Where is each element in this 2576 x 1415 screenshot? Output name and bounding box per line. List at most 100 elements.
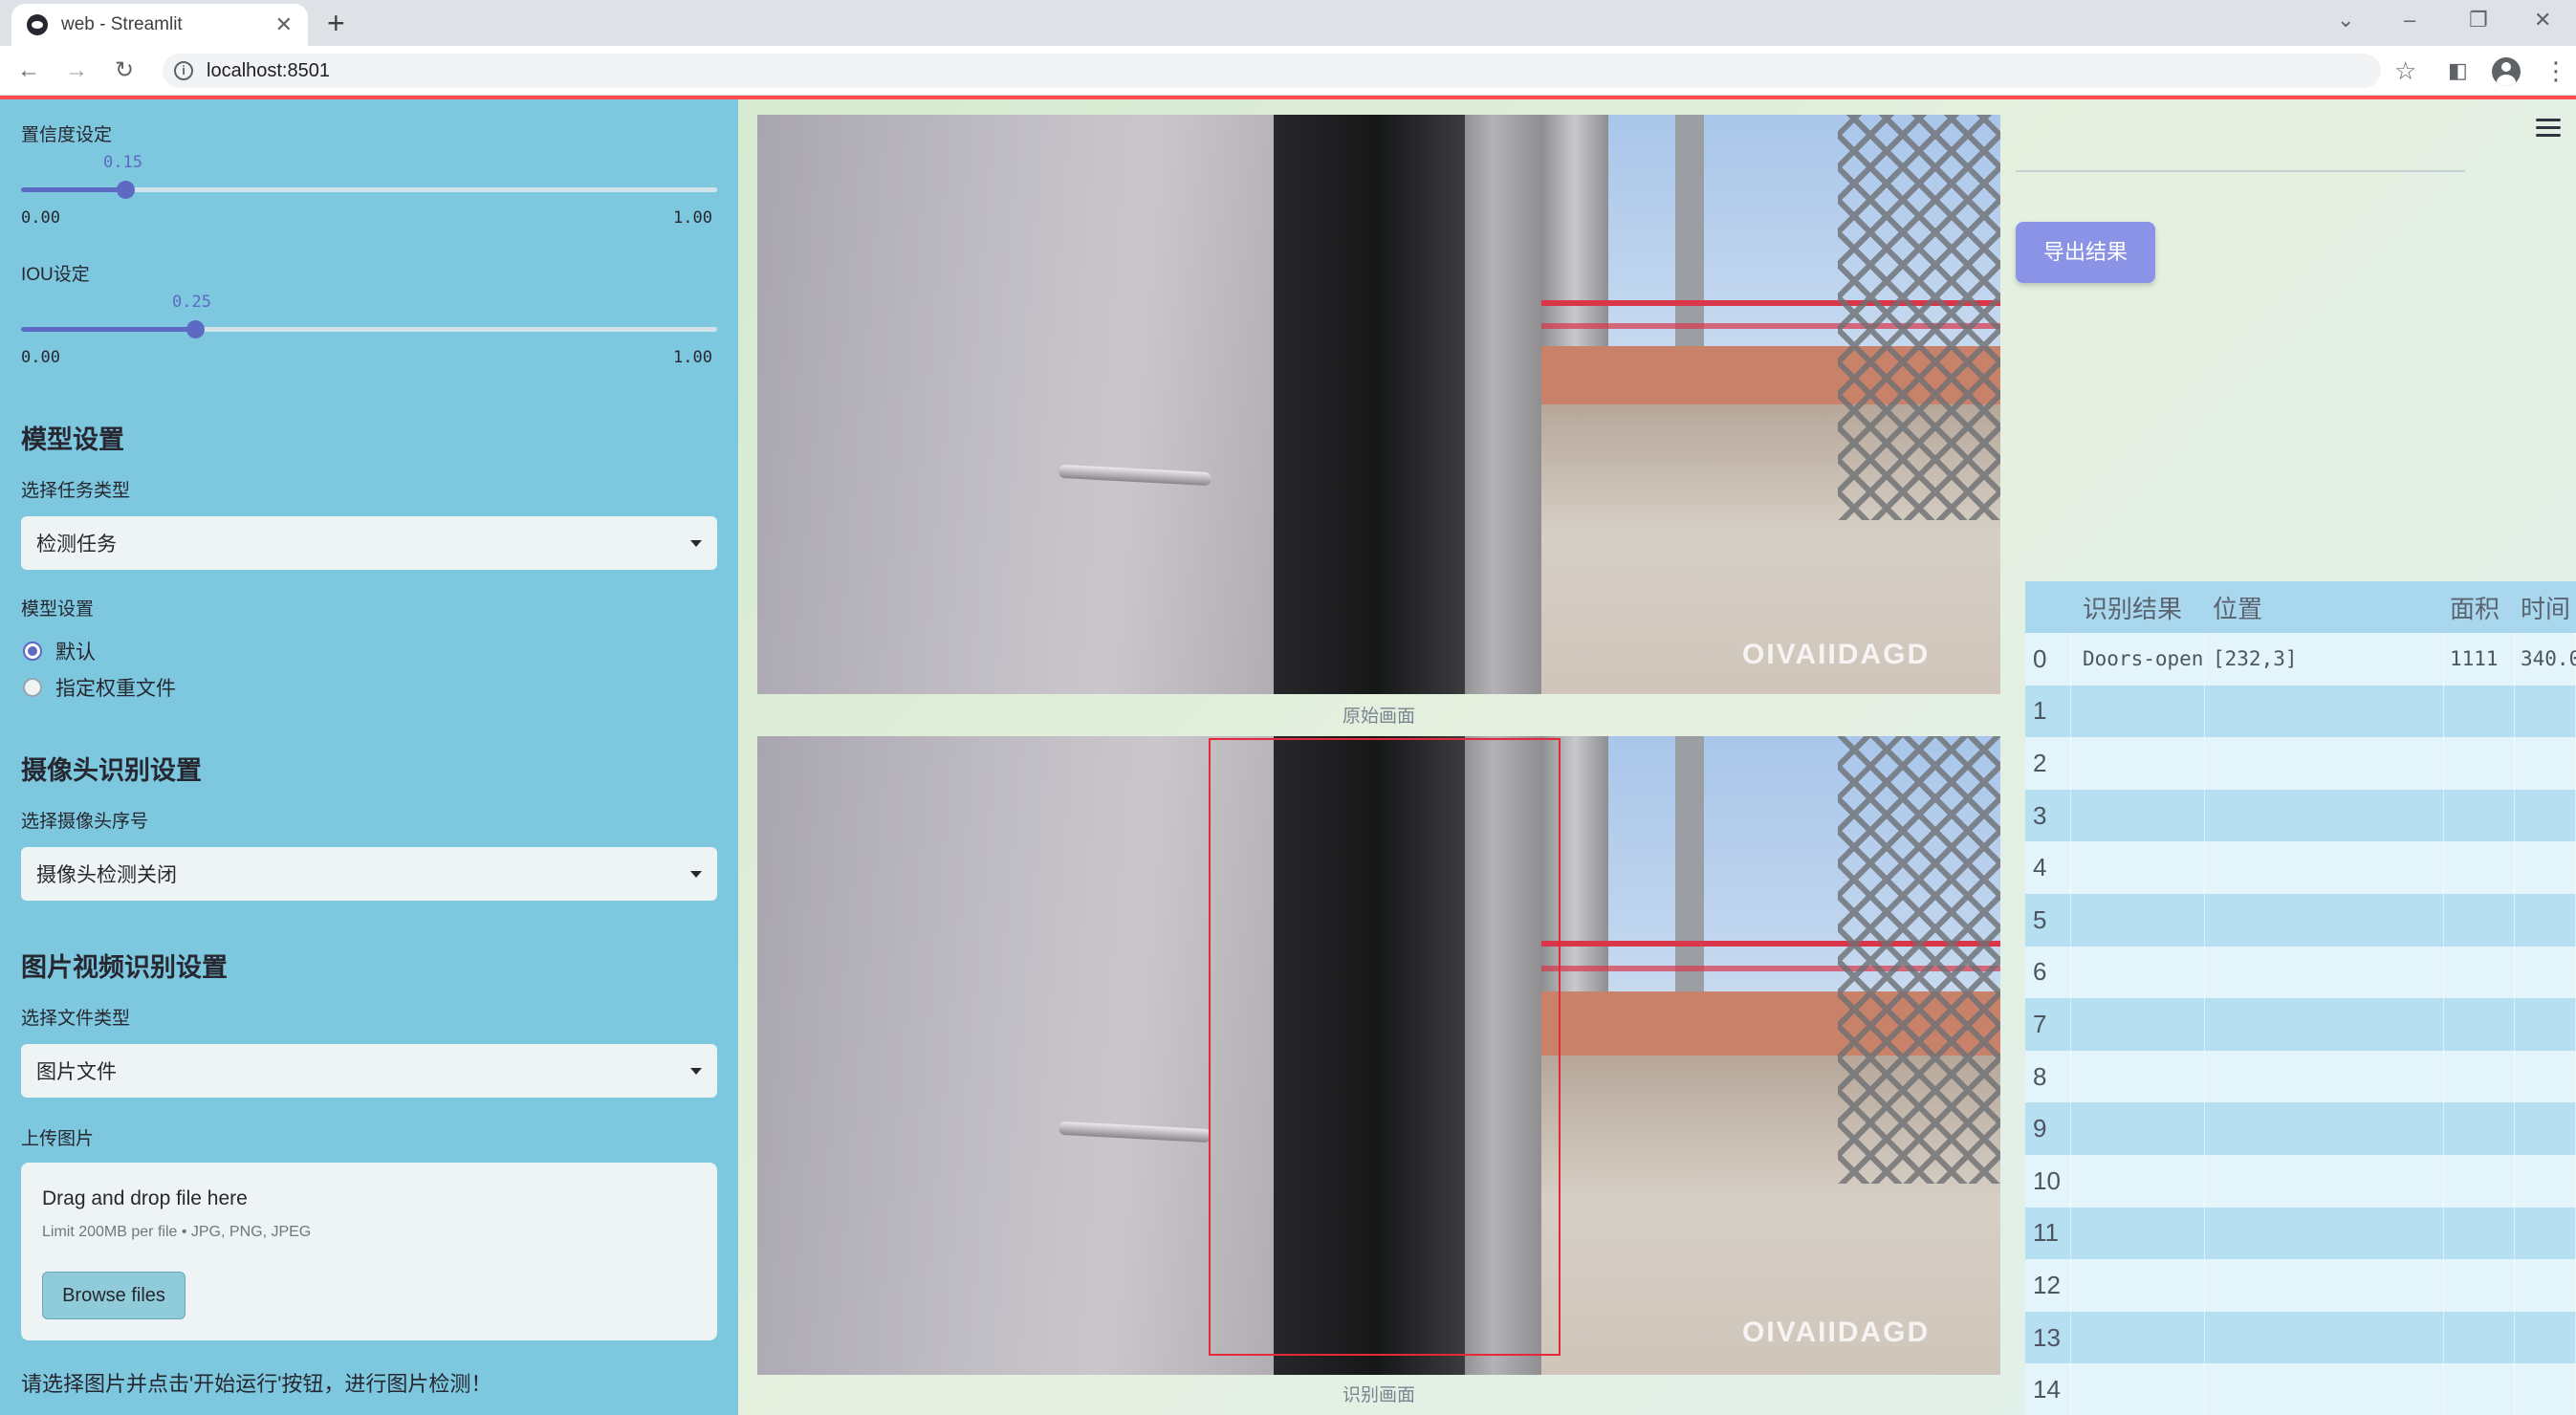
table-row[interactable]: 6 — [2025, 946, 2576, 999]
cell-time — [2515, 841, 2576, 894]
reload-icon[interactable]: ↻ — [109, 55, 140, 86]
header-result[interactable]: 识别结果 — [2071, 590, 2205, 625]
table-row[interactable]: 11 — [2025, 1207, 2576, 1260]
table-row[interactable]: 1 — [2025, 685, 2576, 738]
confidence-max: 1.00 — [673, 208, 712, 228]
cell-area — [2444, 1311, 2515, 1364]
browse-files-button[interactable]: Browse files — [42, 1272, 186, 1319]
file-dropzone[interactable]: Drag and drop file here Limit 200MB per … — [21, 1163, 717, 1340]
minimize-button[interactable]: – — [2404, 8, 2415, 33]
table-row[interactable]: 10 — [2025, 1154, 2576, 1208]
table-row[interactable]: 7 — [2025, 998, 2576, 1051]
confidence-value: 0.15 — [103, 153, 142, 172]
confidence-slider[interactable] — [21, 181, 717, 199]
iou-value: 0.25 — [172, 293, 211, 312]
cell-area — [2444, 1207, 2515, 1260]
detected-image: OIVAIIDAGD — [757, 736, 2000, 1375]
results-table[interactable]: 识别结果 位置 面积 时间 0 Doors-open [232,3] 1111 340.… — [2025, 581, 2576, 1415]
header-position[interactable]: 位置 — [2205, 590, 2444, 625]
table-row[interactable]: 2 — [2025, 737, 2576, 790]
browser-toolbar: ← → ↻ i localhost:8501 ☆ ◧ ⋮ — [0, 46, 2576, 96]
cell-position — [2205, 946, 2444, 999]
profile-avatar-icon[interactable] — [2492, 57, 2521, 86]
table-row[interactable]: 9 — [2025, 1102, 2576, 1155]
main-content: OIVAIIDAGD 原始画面 OIVAIIDAGD 识别画面 导出结果 识别结… — [738, 99, 2576, 1415]
cell-time — [2515, 1259, 2576, 1312]
table-row[interactable]: 5 — [2025, 893, 2576, 947]
table-row[interactable]: 14 — [2025, 1363, 2576, 1415]
confidence-label: 置信度设定 — [21, 125, 113, 145]
confidence-min: 0.00 — [21, 208, 60, 228]
new-tab-button[interactable]: + — [327, 6, 345, 40]
cell-result — [2071, 893, 2205, 947]
task-type-value: 检测任务 — [36, 533, 117, 555]
cell-area — [2444, 1363, 2515, 1415]
address-bar[interactable]: i localhost:8501 — [163, 54, 2381, 88]
close-window-button[interactable]: ✕ — [2534, 8, 2551, 33]
forward-arrow-icon[interactable]: → — [61, 55, 92, 86]
original-image: OIVAIIDAGD — [757, 115, 2000, 694]
more-menu-icon[interactable]: ⋮ — [2543, 57, 2568, 84]
detection-bounding-box — [1209, 738, 1561, 1356]
cell-time: 340.02 — [2515, 633, 2576, 686]
cell-area — [2444, 737, 2515, 790]
table-row[interactable]: 3 — [2025, 789, 2576, 842]
cell-area — [2444, 685, 2515, 738]
back-arrow-icon[interactable]: ← — [13, 55, 44, 86]
section-divider — [2016, 170, 2465, 172]
iou-slider-thumb[interactable] — [186, 320, 205, 338]
bookmark-star-icon[interactable]: ☆ — [2394, 57, 2416, 84]
image-watermark: OIVAIIDAGD — [1742, 638, 1931, 670]
cell-area — [2444, 1154, 2515, 1208]
hamburger-menu-icon[interactable] — [2536, 119, 2561, 138]
table-row[interactable]: 0Doors-open[232,3]1111340.02 — [2025, 633, 2576, 686]
cell-position — [2205, 737, 2444, 790]
cell-result — [2071, 1050, 2205, 1103]
tab-close-icon[interactable]: ✕ — [275, 12, 293, 37]
chevron-down-icon — [690, 539, 702, 547]
iou-slider[interactable] — [21, 320, 717, 338]
cell-index: 12 — [2025, 1259, 2071, 1312]
camera-index-select[interactable]: 摄像头检测关闭 — [21, 847, 717, 901]
tab-search-icon[interactable]: ⌄ — [2337, 8, 2354, 33]
cell-area — [2444, 998, 2515, 1051]
model-settings-heading: 模型设置 — [21, 425, 124, 454]
side-panel-icon[interactable]: ◧ — [2448, 57, 2468, 84]
browser-tab[interactable]: web - Streamlit ✕ — [11, 4, 308, 46]
table-row[interactable]: 8 — [2025, 1050, 2576, 1103]
radio-custom-weights-label: 指定权重文件 — [55, 678, 176, 700]
cell-result — [2071, 1102, 2205, 1155]
cell-area — [2444, 1259, 2515, 1312]
restore-button[interactable]: ❐ — [2469, 8, 2488, 33]
cell-result — [2071, 685, 2205, 738]
cell-index: 0 — [2025, 633, 2071, 686]
table-row[interactable]: 12 — [2025, 1259, 2576, 1312]
cell-time — [2515, 1363, 2576, 1415]
dropzone-title: Drag and drop file here — [42, 1187, 248, 1209]
cell-area — [2444, 1050, 2515, 1103]
task-type-select[interactable]: 检测任务 — [21, 516, 717, 570]
confidence-slider-thumb[interactable] — [117, 181, 135, 199]
cell-index: 8 — [2025, 1050, 2071, 1103]
file-type-select[interactable]: 图片文件 — [21, 1044, 717, 1098]
radio-default[interactable]: 默认 — [23, 637, 96, 665]
detected-caption: 识别画面 — [1342, 1385, 1415, 1405]
cell-result — [2071, 998, 2205, 1051]
header-time[interactable]: 时间 — [2515, 590, 2576, 625]
cell-index: 14 — [2025, 1363, 2071, 1415]
export-results-button[interactable]: 导出结果 — [2016, 222, 2155, 283]
site-info-icon[interactable]: i — [174, 61, 193, 80]
table-row[interactable]: 13 — [2025, 1311, 2576, 1364]
cell-position — [2205, 998, 2444, 1051]
cell-area — [2444, 946, 2515, 999]
radio-custom-weights[interactable]: 指定权重文件 — [23, 673, 176, 702]
camera-index-value: 摄像头检测关闭 — [36, 864, 177, 886]
task-type-label: 选择任务类型 — [21, 481, 131, 501]
header-area[interactable]: 面积 — [2444, 590, 2515, 625]
table-row[interactable]: 4 — [2025, 841, 2576, 894]
cell-position — [2205, 789, 2444, 842]
chevron-down-icon — [690, 870, 702, 878]
cell-time — [2515, 737, 2576, 790]
image-watermark: OIVAIIDAGD — [1742, 1317, 1931, 1349]
cell-index: 9 — [2025, 1102, 2071, 1155]
